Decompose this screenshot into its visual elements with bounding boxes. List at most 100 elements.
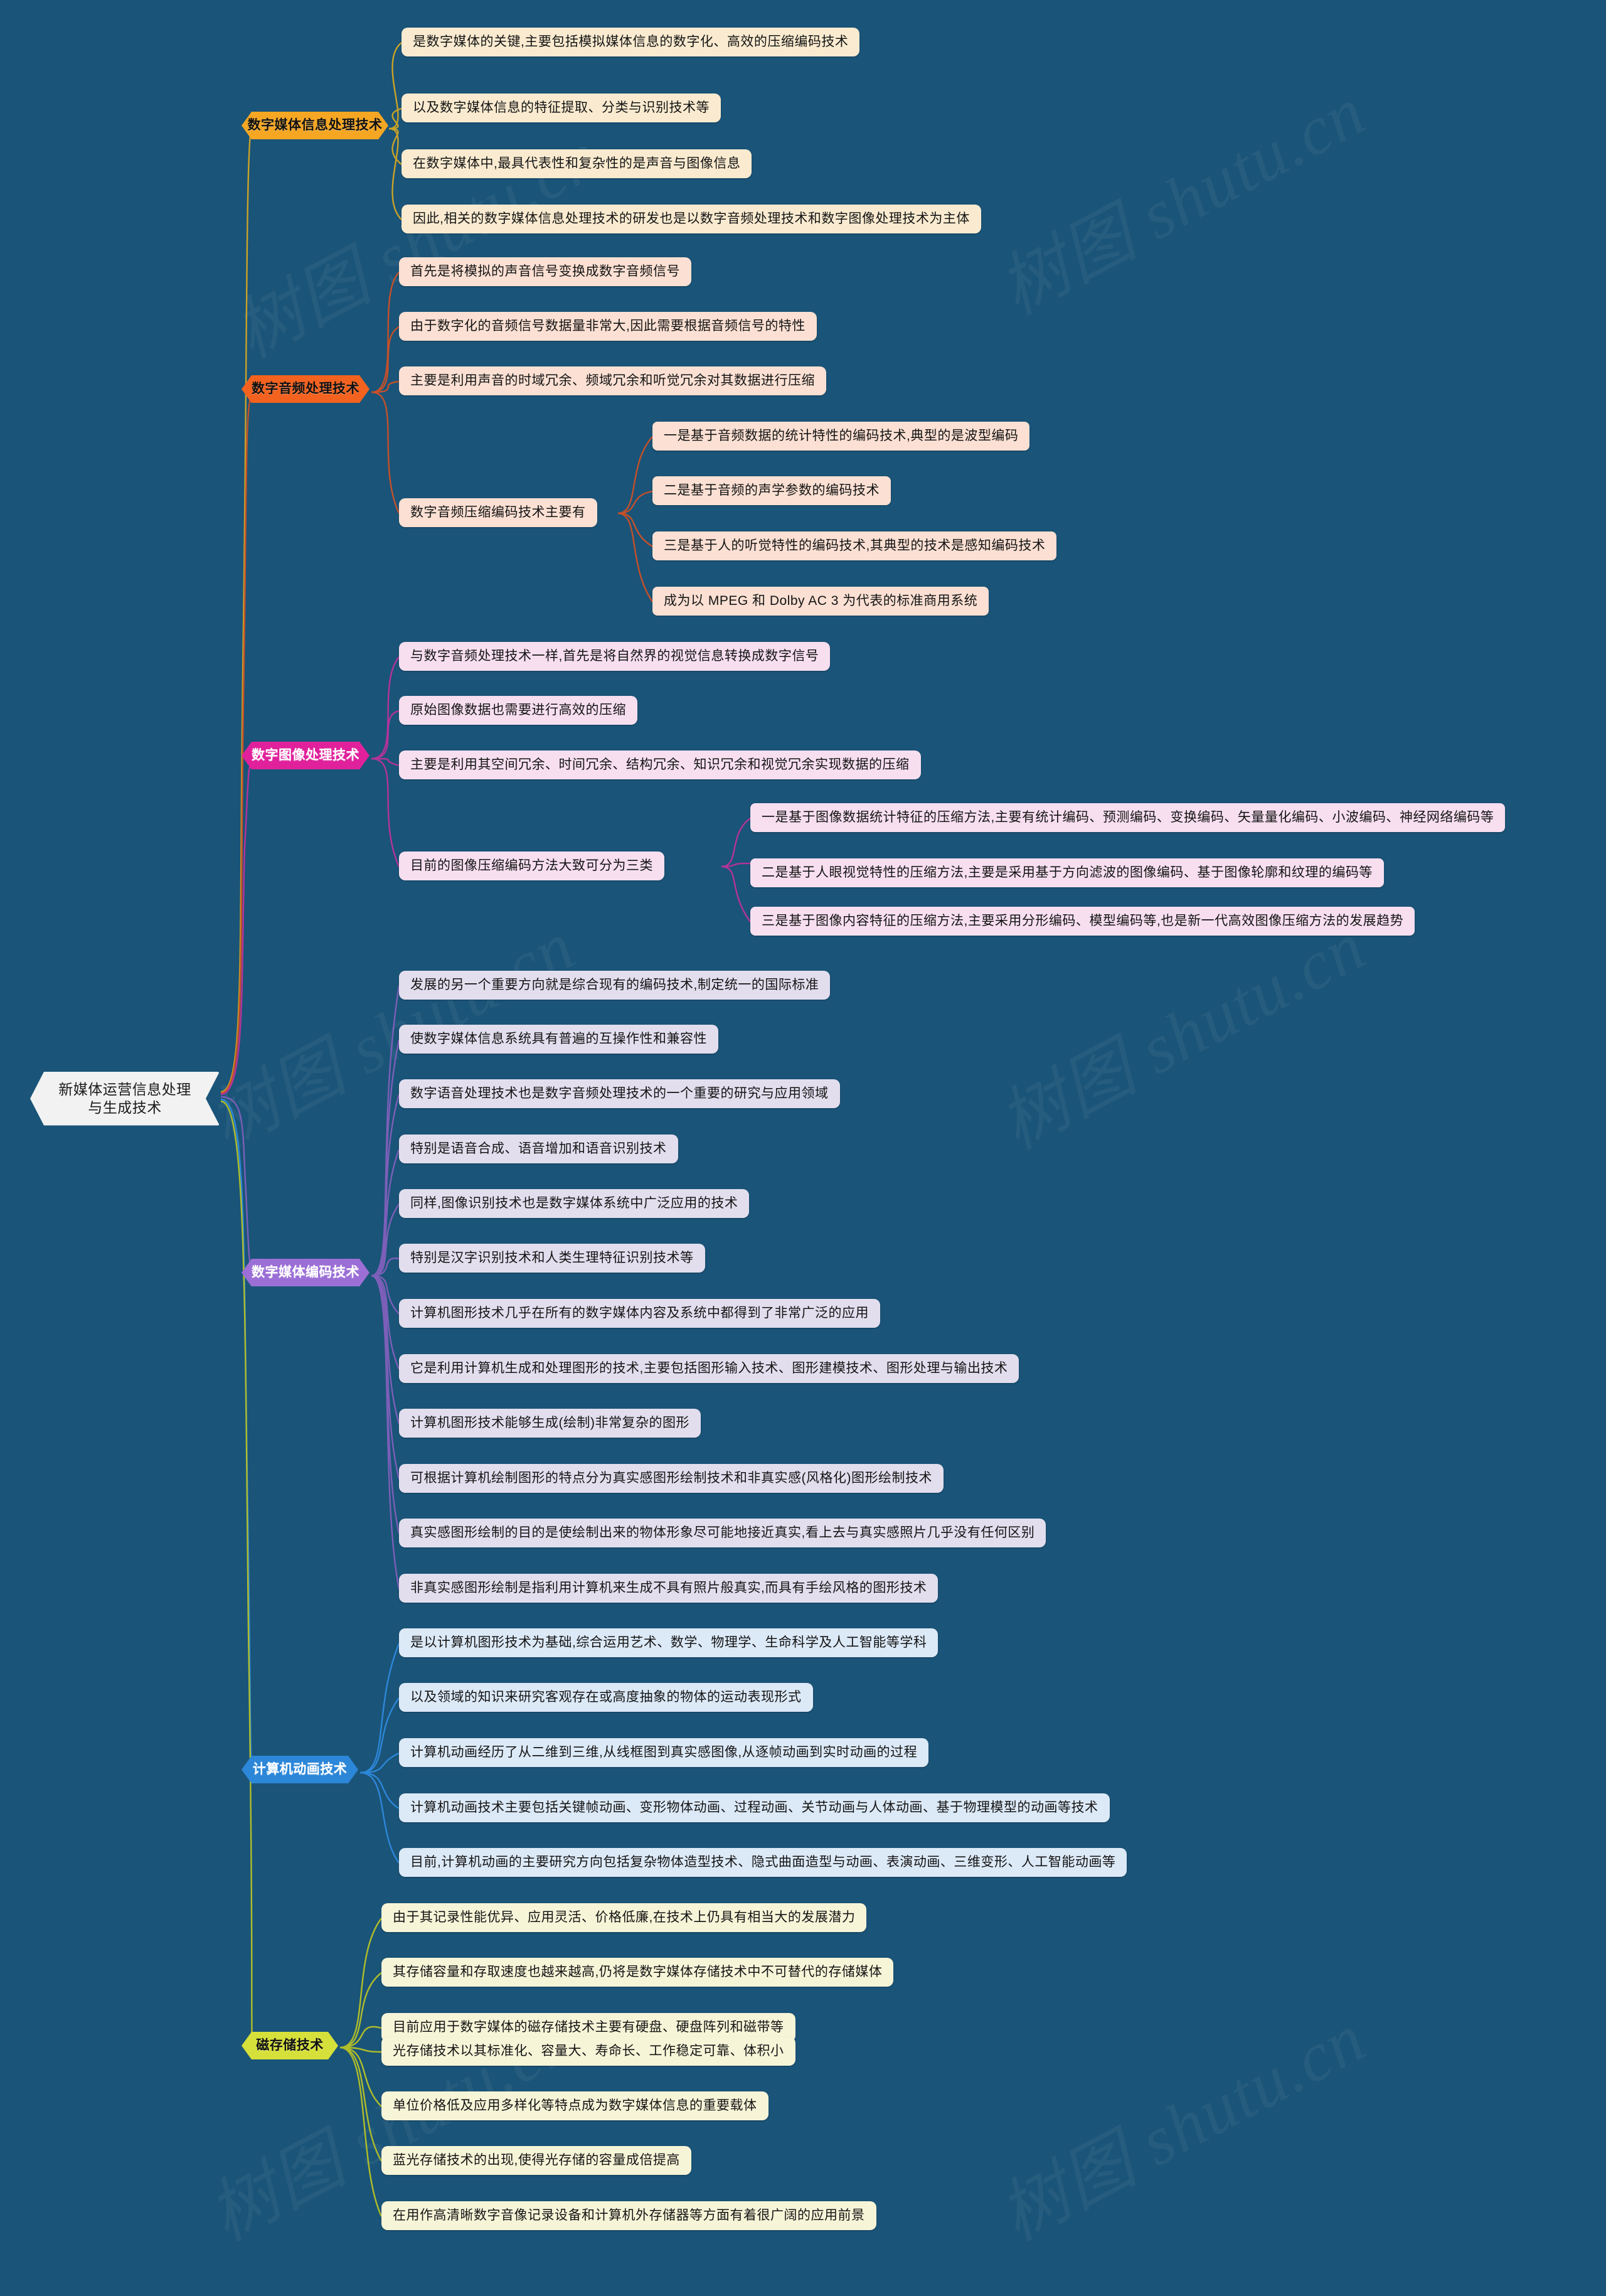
leaf-label: 同样,图像识别技术也是数字媒体系统中广泛应用的技术: [410, 1196, 738, 1210]
mindmap-canvas: 树图 shutu.cn 树图 shutu.cn 树图 shutu.cn 树图 s…: [0, 0, 1606, 2296]
leaf-node[interactable]: 在用作高清晰数字音像记录设备和计算机外存储器等方面有着很广阔的应用前景: [381, 2201, 876, 2231]
branch-label: 数字图像处理技术: [252, 748, 359, 762]
leaf-node[interactable]: 在数字媒体中,最具代表性和复杂性的是声音与图像信息: [402, 149, 752, 179]
leaf-node[interactable]: 计算机动画技术主要包括关键帧动画、变形物体动画、过程动画、关节动画与人体动画、基…: [399, 1793, 1110, 1823]
leaf-node[interactable]: 是数字媒体的关键,主要包括模拟媒体信息的数字化、高效的压缩编码技术: [402, 28, 860, 57]
leaf-label: 一是基于音频数据的统计特性的编码技术,典型的是波型编码: [664, 429, 1019, 443]
leaf-label: 与数字音频处理技术一样,首先是将自然界的视觉信息转换成数字信号: [410, 649, 819, 663]
leaf-label: 是以计算机图形技术为基础,综合运用艺术、数学、物理学、生命科学及人工智能等学科: [410, 1635, 927, 1650]
leaf-label: 由于其记录性能优异、应用灵活、价格低廉,在技术上仍具有相当大的发展潜力: [393, 1910, 856, 1925]
leaf-node[interactable]: 光存储技术以其标准化、容量大、寿命长、工作稳定可靠、体积小: [381, 2037, 795, 2066]
sub-leaf-node[interactable]: 一是基于音频数据的统计特性的编码技术,典型的是波型编码: [652, 422, 1030, 451]
leaf-node[interactable]: 发展的另一个重要方向就是综合现有的编码技术,制定统一的国际标准: [399, 971, 831, 1000]
branch-label: 磁存储技术: [256, 2038, 324, 2053]
leaf-label: 计算机动画经历了从二维到三维,从线框图到真实感图像,从逐帧动画到实时动画的过程: [410, 1745, 918, 1759]
leaf-node[interactable]: 可根据计算机绘制图形的特点分为真实感图形绘制技术和非真实感(风格化)图形绘制技术: [399, 1464, 944, 1493]
leaf-label: 目前的图像压缩编码方法大致可分为三类: [410, 858, 653, 873]
sub-leaf-node[interactable]: 三是基于图像内容特征的压缩方法,主要采用分形编码、模型编码等,也是新一代高效图像…: [750, 907, 1415, 936]
branch-node-digital-media-info-processing[interactable]: 数字媒体信息处理技术: [242, 112, 388, 139]
leaf-label: 单位价格低及应用多样化等特点成为数字媒体信息的重要载体: [393, 2098, 757, 2113]
leaf-label: 计算机图形技术能够生成(绘制)非常复杂的图形: [410, 1416, 689, 1430]
leaf-label: 三是基于图像内容特征的压缩方法,主要采用分形编码、模型编码等,也是新一代高效图像…: [762, 914, 1404, 928]
leaf-node[interactable]: 主要是利用声音的时域冗余、频域冗余和听觉冗余对其数据进行压缩: [399, 366, 826, 396]
leaf-node[interactable]: 以及数字媒体信息的特征提取、分类与识别技术等: [402, 93, 721, 123]
leaf-node[interactable]: 数字语音处理技术也是数字音频处理技术的一个重要的研究与应用领域: [399, 1079, 840, 1109]
leaf-node[interactable]: 计算机动画经历了从二维到三维,从线框图到真实感图像,从逐帧动画到实时动画的过程: [399, 1738, 929, 1768]
leaf-node[interactable]: 以及领域的知识来研究客观存在或高度抽象的物体的运动表现形式: [399, 1683, 813, 1712]
branch-node-digital-media-encoding[interactable]: 数字媒体编码技术: [242, 1259, 370, 1286]
leaf-label: 可根据计算机绘制图形的特点分为真实感图形绘制技术和非真实感(风格化)图形绘制技术: [410, 1471, 932, 1485]
leaf-node[interactable]: 同样,图像识别技术也是数字媒体系统中广泛应用的技术: [399, 1189, 750, 1219]
leaf-label: 真实感图形绘制的目的是使绘制出来的物体形象尽可能地接近真实,看上去与真实感照片几…: [410, 1525, 1035, 1540]
leaf-node[interactable]: 因此,相关的数字媒体信息处理技术的研发也是以数字音频处理技术和数字图像处理技术为…: [402, 205, 981, 234]
leaf-label: 计算机动画技术主要包括关键帧动画、变形物体动画、过程动画、关节动画与人体动画、基…: [410, 1800, 1098, 1815]
leaf-label: 特别是语音合成、语音增加和语音识别技术: [410, 1141, 667, 1156]
branch-label: 数字媒体编码技术: [252, 1265, 359, 1279]
leaf-node[interactable]: 目前,计算机动画的主要研究方向包括复杂物体造型技术、隐式曲面造型与动画、表演动画…: [399, 1848, 1127, 1877]
leaf-label: 首先是将模拟的声音信号变换成数字音频信号: [410, 264, 680, 279]
leaf-node[interactable]: 特别是汉字识别技术和人类生理特征识别技术等: [399, 1244, 705, 1273]
leaf-label: 二是基于人眼视觉特性的压缩方法,主要是采用基于方向滤波的图像编码、基于图像轮廓和…: [762, 865, 1373, 880]
branch-node-digital-audio-processing[interactable]: 数字音频处理技术: [242, 375, 370, 403]
leaf-node[interactable]: 其存储容量和存取速度也越来越高,仍将是数字媒体存储技术中不可替代的存储媒体: [381, 1958, 894, 1987]
sub-leaf-node[interactable]: 二是基于人眼视觉特性的压缩方法,主要是采用基于方向滤波的图像编码、基于图像轮廓和…: [750, 858, 1384, 888]
leaf-label: 数字音频压缩编码技术主要有: [410, 505, 586, 520]
leaf-node-group[interactable]: 目前的图像压缩编码方法大致可分为三类: [399, 852, 664, 881]
sub-leaf-node[interactable]: 二是基于音频的声学参数的编码技术: [652, 476, 891, 506]
leaf-node[interactable]: 是以计算机图形技术为基础,综合运用艺术、数学、物理学、生命科学及人工智能等学科: [399, 1628, 939, 1658]
leaf-label: 以及领域的知识来研究客观存在或高度抽象的物体的运动表现形式: [410, 1690, 802, 1704]
leaf-node[interactable]: 首先是将模拟的声音信号变换成数字音频信号: [399, 257, 691, 287]
root-label: 新媒体运营信息处理与生成技术: [58, 1081, 191, 1116]
leaf-label: 计算机图形技术几乎在所有的数字媒体内容及系统中都得到了非常广泛的应用: [410, 1306, 869, 1320]
leaf-node[interactable]: 真实感图形绘制的目的是使绘制出来的物体形象尽可能地接近真实,看上去与真实感照片几…: [399, 1519, 1046, 1548]
leaf-label: 以及数字媒体信息的特征提取、分类与识别技术等: [413, 100, 710, 115]
leaf-label: 使数字媒体信息系统具有普遍的互操作性和兼容性: [410, 1032, 707, 1046]
leaf-node[interactable]: 非真实感图形绘制是指利用计算机来生成不具有照片般真实,而具有手绘风格的图形技术: [399, 1574, 939, 1603]
branch-node-digital-image-processing[interactable]: 数字图像处理技术: [242, 742, 370, 769]
leaf-node[interactable]: 特别是语音合成、语音增加和语音识别技术: [399, 1135, 678, 1164]
leaf-node[interactable]: 由于数字化的音频信号数据量非常大,因此需要根据音频信号的特性: [399, 312, 817, 341]
leaf-label: 是数字媒体的关键,主要包括模拟媒体信息的数字化、高效的压缩编码技术: [413, 35, 849, 49]
leaf-label: 三是基于人的听觉特性的编码技术,其典型的技术是感知编码技术: [664, 538, 1046, 553]
leaf-node[interactable]: 原始图像数据也需要进行高效的压缩: [399, 696, 637, 725]
leaf-label: 由于数字化的音频信号数据量非常大,因此需要根据音频信号的特性: [410, 319, 806, 333]
leaf-label: 光存储技术以其标准化、容量大、寿命长、工作稳定可靠、体积小: [393, 2044, 784, 2058]
leaf-node[interactable]: 它是利用计算机生成和处理图形的技术,主要包括图形输入技术、图形建模技术、图形处理…: [399, 1354, 1019, 1384]
leaf-node[interactable]: 主要是利用其空间冗余、时间冗余、结构冗余、知识冗余和视觉冗余实现数据的压缩: [399, 750, 921, 780]
leaf-label: 其存储容量和存取速度也越来越高,仍将是数字媒体存储技术中不可替代的存储媒体: [393, 1965, 883, 1979]
sub-leaf-node[interactable]: 三是基于人的听觉特性的编码技术,其典型的技术是感知编码技术: [652, 531, 1057, 561]
sub-leaf-node[interactable]: 一是基于图像数据统计特征的压缩方法,主要有统计编码、预测编码、变换编码、矢量量化…: [750, 803, 1506, 833]
leaf-label: 在用作高清晰数字音像记录设备和计算机外存储器等方面有着很广阔的应用前景: [393, 2208, 865, 2223]
leaf-label: 成为以 MPEG 和 Dolby AC 3 为代表的标准商用系统: [664, 594, 978, 608]
leaf-label: 原始图像数据也需要进行高效的压缩: [410, 703, 626, 717]
branch-label: 计算机动画技术: [252, 1762, 348, 1776]
branch-label: 数字媒体信息处理技术: [247, 118, 383, 132]
leaf-label: 特别是汉字识别技术和人类生理特征识别技术等: [410, 1251, 694, 1265]
leaf-label: 它是利用计算机生成和处理图形的技术,主要包括图形输入技术、图形建模技术、图形处理…: [410, 1361, 1008, 1375]
branch-node-computer-animation[interactable]: 计算机动画技术: [242, 1756, 358, 1783]
leaf-label: 非真实感图形绘制是指利用计算机来生成不具有照片般真实,而具有手绘风格的图形技术: [410, 1581, 927, 1595]
leaf-label: 目前应用于数字媒体的磁存储技术主要有硬盘、硬盘阵列和磁带等: [393, 2020, 784, 2034]
root-node[interactable]: 新媒体运营信息处理与生成技术: [30, 1072, 220, 1126]
leaf-node-group[interactable]: 数字音频压缩编码技术主要有: [399, 498, 597, 528]
connector-lines: [220, 42, 751, 2217]
leaf-label: 发展的另一个重要方向就是综合现有的编码技术,制定统一的国际标准: [410, 978, 819, 992]
leaf-node[interactable]: 与数字音频处理技术一样,首先是将自然界的视觉信息转换成数字信号: [399, 642, 831, 671]
leaf-node[interactable]: 计算机图形技术几乎在所有的数字媒体内容及系统中都得到了非常广泛的应用: [399, 1299, 880, 1328]
leaf-node[interactable]: 由于其记录性能优异、应用灵活、价格低廉,在技术上仍具有相当大的发展潜力: [381, 1903, 867, 1933]
leaf-label: 因此,相关的数字媒体信息处理技术的研发也是以数字音频处理技术和数字图像处理技术为…: [413, 211, 970, 226]
sub-leaf-node[interactable]: 成为以 MPEG 和 Dolby AC 3 为代表的标准商用系统: [652, 587, 989, 616]
branch-node-magnetic-storage[interactable]: 磁存储技术: [242, 2032, 338, 2059]
leaf-label: 主要是利用声音的时域冗余、频域冗余和听觉冗余对其数据进行压缩: [410, 373, 815, 388]
leaf-label: 二是基于音频的声学参数的编码技术: [664, 483, 880, 498]
leaf-label: 主要是利用其空间冗余、时间冗余、结构冗余、知识冗余和视觉冗余实现数据的压缩: [410, 757, 910, 772]
leaf-node[interactable]: 使数字媒体信息系统具有普遍的互操作性和兼容性: [399, 1025, 718, 1054]
leaf-node[interactable]: 计算机图形技术能够生成(绘制)非常复杂的图形: [399, 1409, 701, 1438]
leaf-label: 目前,计算机动画的主要研究方向包括复杂物体造型技术、隐式曲面造型与动画、表演动画…: [410, 1855, 1116, 1869]
leaf-node[interactable]: 单位价格低及应用多样化等特点成为数字媒体信息的重要载体: [381, 2091, 768, 2121]
leaf-label: 蓝光存储技术的出现,使得光存储的容量成倍提高: [393, 2153, 680, 2167]
leaf-node[interactable]: 蓝光存储技术的出现,使得光存储的容量成倍提高: [381, 2146, 691, 2176]
branch-label: 数字音频处理技术: [252, 382, 359, 396]
leaf-label: 一是基于图像数据统计特征的压缩方法,主要有统计编码、预测编码、变换编码、矢量量化…: [762, 810, 1494, 825]
leaf-label: 在数字媒体中,最具代表性和复杂性的是声音与图像信息: [413, 156, 741, 171]
